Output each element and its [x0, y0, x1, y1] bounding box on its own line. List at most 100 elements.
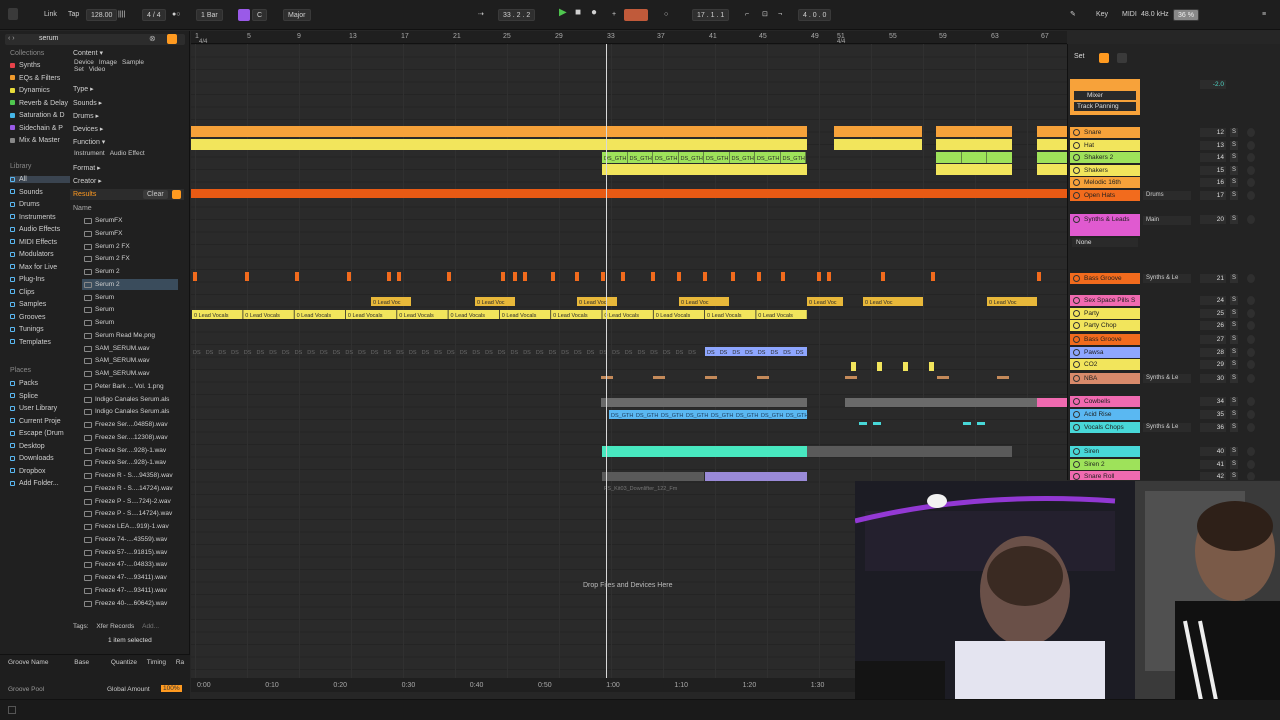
output-routing[interactable]: Synths & Le	[1143, 423, 1191, 432]
filter-heading[interactable]: Devices ▸	[73, 125, 103, 133]
collection-item[interactable]: Reverb & Delay	[10, 100, 68, 107]
track-header[interactable]: Bass Groove	[1070, 334, 1140, 345]
track-activator-icon[interactable]	[1073, 448, 1080, 455]
place-item[interactable]: Escape (Drum	[10, 430, 64, 437]
place-item[interactable]: Dropbox	[10, 468, 45, 475]
bass-note-clip[interactable]	[513, 272, 517, 281]
filter-heading[interactable]: Creator ▸	[73, 177, 102, 185]
track-number[interactable]: 13	[1200, 141, 1226, 150]
track-number[interactable]: 34	[1200, 397, 1226, 406]
siren-clip[interactable]	[807, 446, 1012, 457]
result-item[interactable]: SAM_SERUM.wav	[82, 343, 178, 354]
track-number[interactable]: 14	[1200, 153, 1226, 162]
track-number[interactable]: 12	[1200, 128, 1226, 137]
library-item[interactable]: Tunings	[10, 326, 44, 333]
snare-clip[interactable]	[834, 126, 922, 137]
tag-image[interactable]: Image	[99, 59, 117, 66]
groove-random-col[interactable]: Ra	[176, 659, 184, 666]
track-activator-icon[interactable]	[1073, 179, 1080, 186]
arm-button[interactable]	[1247, 296, 1255, 305]
snare-clip[interactable]	[936, 126, 1012, 137]
track-number[interactable]: 35	[1200, 410, 1226, 419]
loop-toggle-icon[interactable]: ⊡	[762, 9, 768, 21]
track-header[interactable]: NBA	[1070, 373, 1140, 384]
track-header[interactable]: Bass Groove	[1070, 273, 1140, 284]
nba-clip[interactable]	[845, 376, 857, 379]
output-routing[interactable]: Drums	[1143, 191, 1191, 200]
track-header[interactable]: Shakers	[1070, 165, 1140, 176]
track-header[interactable]: Party Chop	[1070, 320, 1140, 331]
tag-instrument[interactable]: Instrument	[74, 150, 105, 157]
track-number[interactable]: 15	[1200, 166, 1226, 175]
scale-icon[interactable]	[238, 9, 250, 21]
co2-clip[interactable]	[903, 362, 908, 371]
track-header[interactable]: Acid Rise	[1070, 409, 1140, 420]
track-activator-icon[interactable]	[1073, 322, 1080, 329]
library-item[interactable]: Audio Effects	[10, 226, 60, 233]
library-item[interactable]: Instruments	[10, 214, 56, 221]
track-header[interactable]: Cowbells	[1070, 396, 1140, 407]
bass-note-clip[interactable]	[575, 272, 579, 281]
cowbells-clip[interactable]	[601, 398, 807, 407]
hat-clip[interactable]	[834, 139, 922, 150]
siren2-clip[interactable]	[602, 472, 704, 481]
key-select[interactable]: C	[252, 9, 268, 21]
solo-button[interactable]: S	[1230, 309, 1238, 318]
track-number[interactable]: 30	[1200, 374, 1226, 383]
library-item[interactable]: Modulators	[10, 251, 54, 258]
track-activator-icon[interactable]	[1073, 473, 1080, 480]
mixer-dropdown[interactable]: Mixer	[1074, 91, 1136, 100]
track-activator-icon[interactable]	[1073, 424, 1080, 431]
track-activator-icon[interactable]	[1073, 154, 1080, 161]
bass-note-clip[interactable]	[757, 272, 761, 281]
track-header[interactable]: Snare	[1070, 127, 1140, 138]
track-activator-icon[interactable]	[1073, 361, 1080, 368]
solo-button[interactable]: S	[1230, 472, 1238, 480]
bass-note-clip[interactable]	[731, 272, 735, 281]
collection-item[interactable]: Synths	[10, 62, 40, 69]
library-item[interactable]: Max for Live	[10, 264, 57, 271]
tempo-field[interactable]: 128.00	[86, 9, 118, 21]
track-header[interactable]: Siren 2	[1070, 459, 1140, 470]
track-header[interactable]: Party	[1070, 308, 1140, 319]
solo-button[interactable]: S	[1230, 335, 1238, 344]
track-header[interactable]: Shakers 2	[1070, 152, 1140, 163]
result-item[interactable]: Serum	[82, 304, 178, 315]
track-header[interactable]: CO2	[1070, 359, 1140, 370]
tag-xfer-records[interactable]: Xfer Records	[96, 623, 134, 630]
record-icon[interactable]: ●	[591, 7, 597, 19]
track-activator-icon[interactable]	[1073, 192, 1080, 199]
co2-clip[interactable]	[851, 362, 856, 371]
arm-button[interactable]	[1247, 335, 1255, 344]
library-item[interactable]: Drums	[10, 201, 40, 208]
tag-sample[interactable]: Sample	[122, 59, 144, 66]
track-activator-icon[interactable]	[1073, 216, 1080, 223]
track-number[interactable]: 16	[1200, 178, 1226, 187]
result-item[interactable]: Freeze 74-....43559).wav	[82, 534, 178, 545]
collection-item[interactable]: Dynamics	[10, 87, 50, 94]
result-item[interactable]: Freeze R - S....14724).wav	[82, 483, 178, 494]
arm-button[interactable]	[1247, 153, 1255, 162]
open-hats-clip[interactable]	[807, 189, 1067, 198]
vocal-chops-clip[interactable]	[873, 422, 881, 425]
name-column-header[interactable]: Name	[73, 205, 92, 212]
arm-button[interactable]	[1247, 191, 1255, 200]
arm-button[interactable]	[1247, 472, 1255, 480]
track-number[interactable]: 21	[1200, 274, 1226, 283]
library-item[interactable]: Samples	[10, 301, 46, 308]
library-item[interactable]: Sounds	[10, 189, 43, 196]
place-item[interactable]: Current Proje	[10, 418, 61, 425]
result-item[interactable]: Freeze 57-....91815).wav	[82, 547, 178, 558]
collection-item[interactable]: Saturation & D	[10, 112, 65, 119]
solo-button[interactable]: S	[1230, 153, 1238, 162]
track-header[interactable]: Synths & Leads	[1070, 214, 1140, 236]
bass-note-clip[interactable]	[881, 272, 885, 281]
track-activator-icon[interactable]	[1073, 398, 1080, 405]
snare-clip[interactable]	[1037, 126, 1067, 137]
punch-in-icon[interactable]: ⌐	[745, 9, 749, 21]
filter-heading[interactable]: Type ▸	[73, 85, 94, 93]
global-amount-value[interactable]: 100%	[161, 685, 182, 692]
nba-clip[interactable]	[937, 376, 949, 379]
track-number[interactable]: 24	[1200, 296, 1226, 305]
arm-button[interactable]	[1247, 215, 1255, 224]
